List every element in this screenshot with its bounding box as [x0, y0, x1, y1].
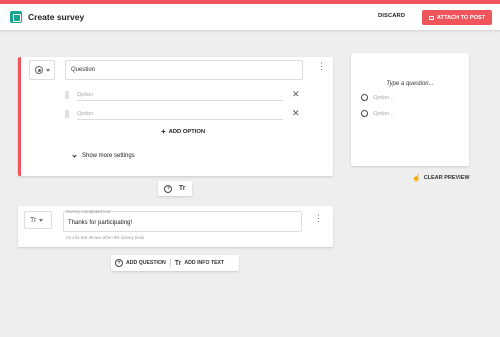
caret-down-icon: [46, 68, 50, 72]
drag-handle-icon[interactable]: [65, 91, 69, 99]
radio-button-icon: [35, 66, 43, 74]
show-more-settings-toggle[interactable]: Show more settings: [72, 152, 135, 159]
remove-option-icon[interactable]: ✕: [292, 89, 300, 100]
clear-preview-button[interactable]: ☝ CLEAR PREVIEW: [412, 174, 470, 182]
radio-icon: [361, 110, 368, 117]
discard-button[interactable]: DISCARD: [378, 13, 405, 19]
radio-icon: [361, 94, 368, 101]
attach-to-post-button[interactable]: ATTACH TO POST: [422, 10, 492, 25]
remove-option-icon[interactable]: ✕: [292, 108, 300, 119]
add-actions-bar: + ADD QUESTION Tr ADD INFO TEXT: [111, 255, 239, 271]
preview-question: Type a question...: [386, 81, 434, 87]
add-question-button[interactable]: + ADD QUESTION: [111, 259, 170, 267]
option-row: Option ✕: [65, 89, 305, 102]
add-option-label: ADD OPTION: [168, 128, 206, 135]
add-question-label: ADD QUESTION: [126, 260, 166, 266]
info-more-icon[interactable]: ⋮: [314, 214, 323, 223]
add-info-text-button[interactable]: Tr ADD INFO TEXT: [171, 260, 228, 267]
preview-option[interactable]: Option...: [361, 110, 394, 117]
info-text-card: Tr Thanks for participating! Survey comp…: [18, 206, 333, 247]
question-card: Question ⋮ Option ✕ Option ✕ + ADD OPTIO…: [18, 57, 333, 176]
add-info-text-label: ADD INFO TEXT: [184, 260, 225, 266]
info-text-input[interactable]: Thanks for participating!: [63, 211, 302, 232]
info-help-text: An info text shown when the survey ends: [66, 235, 145, 240]
add-circle-icon[interactable]: +: [164, 184, 173, 193]
option-input[interactable]: Option: [77, 90, 283, 101]
question-more-icon[interactable]: ⋮: [317, 62, 326, 71]
text-format-icon[interactable]: Tr: [179, 185, 186, 192]
add-option-button[interactable]: + ADD OPTION: [161, 127, 205, 136]
attach-label: ATTACH TO POST: [436, 14, 486, 21]
add-circle-icon: +: [115, 259, 123, 267]
insert-toolbar: + Tr: [158, 181, 192, 196]
info-type-select[interactable]: Tr: [24, 211, 52, 229]
show-more-settings-label: Show more settings: [82, 153, 135, 159]
survey-preview-panel: Type a question... Option... Option...: [351, 53, 469, 166]
attach-icon: [428, 15, 434, 20]
clear-preview-label: CLEAR PREVIEW: [423, 175, 470, 181]
question-type-select[interactable]: [29, 60, 55, 80]
chevron-down-icon: [72, 152, 77, 158]
text-format-icon: Tr: [30, 216, 37, 224]
plus-icon: +: [161, 127, 166, 136]
app-bar: Create survey DISCARD ATTACH TO POST: [0, 4, 500, 30]
page-title: Create survey: [28, 12, 85, 22]
option-row: Option ✕: [65, 108, 305, 121]
question-input[interactable]: Question: [65, 60, 303, 80]
preview-option[interactable]: Option...: [361, 94, 394, 101]
info-field-label: Survey completed text: [66, 209, 111, 214]
survey-app-icon: [10, 11, 22, 23]
hand-pointer-icon: ☝: [412, 175, 421, 182]
option-input[interactable]: Option: [77, 109, 283, 120]
preview-option-label: Option...: [373, 110, 394, 117]
text-format-icon: Tr: [174, 259, 182, 267]
caret-down-icon: [39, 218, 44, 222]
preview-option-label: Option...: [373, 94, 394, 101]
drag-handle-icon[interactable]: [65, 110, 69, 118]
